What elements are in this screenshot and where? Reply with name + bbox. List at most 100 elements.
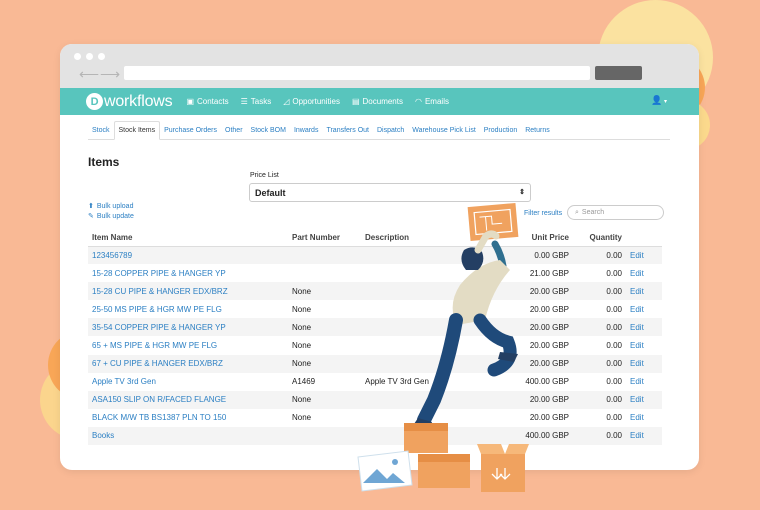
description-cell	[361, 300, 506, 318]
nav-emails[interactable]: ◠ Emails	[415, 97, 449, 106]
description-cell	[361, 282, 506, 301]
tab-bar: Stock Stock Items Purchase Orders Other …	[88, 119, 670, 140]
price-list-value: Default	[255, 188, 286, 198]
item-name-link[interactable]: Apple TV 3rd Gen	[88, 373, 288, 391]
edit-link[interactable]: Edit	[626, 336, 662, 354]
nav-tasks[interactable]: ☰ Tasks	[241, 97, 272, 106]
unit-price-cell: 21.00 GBP	[529, 268, 569, 278]
part-number-cell	[288, 246, 361, 265]
item-name-link[interactable]: BLACK M/W TB BS1387 PLN TO 150	[88, 409, 288, 427]
tab-stock-items[interactable]: Stock Items	[113, 121, 161, 140]
user-menu[interactable]: 👤 ▾	[651, 95, 667, 106]
table-row: 25-50 MS PIPE & HGR MW PE FLG None 20.00 G…	[88, 300, 662, 318]
edit-link[interactable]: Edit	[626, 426, 662, 446]
user-icon: 👤	[651, 95, 663, 105]
col-part-number[interactable]: Part Number	[288, 230, 361, 247]
item-name-link[interactable]: 35-54 COPPER PIPE & HANGER YP	[88, 318, 288, 337]
quantity-cell: 0.00	[606, 341, 622, 351]
tab-other[interactable]: Other	[221, 127, 247, 139]
tab-warehouse-pick-list[interactable]: Warehouse Pick List	[408, 127, 480, 139]
table-row: Books 400.00 GBP 0.00 Edit	[88, 426, 662, 446]
edit-link[interactable]: Edit	[626, 264, 662, 282]
item-name-link[interactable]: 123456789	[88, 246, 288, 265]
table-row: 15-28 CU PIPE & HANGER EDX/BRZ None 20.00 …	[88, 282, 662, 301]
logo-text: workflows	[104, 92, 173, 110]
bulk-upload-link[interactable]: ⬆ Bulk upload	[88, 202, 134, 211]
nav-documents[interactable]: ▤ Documents	[352, 97, 403, 106]
nav-contacts[interactable]: ▣ Contacts	[186, 97, 228, 106]
upload-icon: ⬆	[88, 203, 94, 210]
part-number-cell: None	[288, 318, 361, 337]
table-row: 35-54 COPPER PIPE & HANGER YP None 20.00 G…	[88, 318, 662, 337]
window-dot	[98, 53, 105, 60]
table-row: ASA150 SLIP ON R/FACED FLANGE None 20.00 G…	[88, 390, 662, 409]
col-item-name[interactable]: Item Name	[88, 230, 288, 247]
nav-label: Emails	[424, 97, 449, 106]
bulk-upload-label: Bulk upload	[96, 202, 134, 210]
search-input[interactable]: ⌕ Search	[567, 205, 664, 220]
quantity-cell: 0.00	[606, 377, 622, 387]
address-bar[interactable]	[124, 66, 590, 80]
item-name-link[interactable]: 65 + MS PIPE & HGR MW PE FLG	[88, 336, 288, 354]
description-cell	[361, 426, 506, 446]
unit-price-cell: 20.00 GBP	[506, 354, 573, 373]
nav-opportunities[interactable]: ◿ Opportunities	[283, 97, 340, 106]
browser-chrome: ⟵ ⟶	[60, 44, 699, 88]
browser-button[interactable]	[595, 66, 642, 80]
unit-price-cell: 20.00 GBP	[506, 318, 573, 337]
tab-returns[interactable]: Returns	[521, 127, 554, 139]
unit-price-cell: 20.00 GBP	[529, 341, 569, 351]
item-name-link[interactable]: 25-50 MS PIPE & HGR MW PE FLG	[88, 300, 288, 318]
edit-link[interactable]: Edit	[626, 282, 662, 301]
item-name-link[interactable]: 15-28 CU PIPE & HANGER EDX/BRZ	[88, 282, 288, 301]
table-row: 65 + MS PIPE & HGR MW PE FLG None 20.00 GB…	[88, 336, 662, 354]
tab-stock[interactable]: Stock	[88, 127, 114, 139]
nav-label: Contacts	[197, 97, 229, 106]
tab-stock-bom[interactable]: Stock BOM	[247, 127, 290, 139]
col-unit-price[interactable]: Unit Price	[506, 230, 573, 247]
search-icon: ⌕	[575, 209, 579, 216]
item-name-link[interactable]: 67 + CU PIPE & HANGER EDX/BRZ	[88, 354, 288, 373]
col-actions	[626, 230, 662, 247]
tab-inwards[interactable]: Inwards	[290, 127, 323, 139]
edit-link[interactable]: Edit	[626, 354, 662, 373]
app-logo[interactable]: D workflows	[86, 92, 173, 111]
quantity-cell: 0.00	[573, 282, 626, 301]
item-name-link[interactable]: ASA150 SLIP ON R/FACED FLANGE	[88, 390, 288, 409]
table-row: 15-28 COPPER PIPE & HANGER YP 21.00 GBP 0.…	[88, 264, 662, 282]
item-name-link[interactable]: Books	[88, 426, 288, 446]
tab-production[interactable]: Production	[480, 127, 521, 139]
table-row: 123456789 0.00 GBP 0.00 Edit	[88, 246, 662, 265]
back-arrow-icon[interactable]: ⟵	[79, 66, 99, 83]
edit-link[interactable]: Edit	[626, 246, 662, 265]
description-cell	[361, 246, 506, 265]
unit-price-cell: 20.00 GBP	[506, 282, 573, 301]
edit-link[interactable]: Edit	[626, 318, 662, 337]
tab-dispatch[interactable]: Dispatch	[373, 127, 408, 139]
edit-link[interactable]: Edit	[626, 300, 662, 318]
part-number-cell: None	[288, 282, 361, 301]
document-icon: ▤	[351, 97, 360, 106]
forward-arrow-icon[interactable]: ⟶	[100, 66, 120, 83]
price-list-label: Price List	[250, 172, 279, 179]
description-cell	[361, 318, 506, 337]
tasks-list-icon: ☰	[240, 97, 248, 106]
edit-link[interactable]: Edit	[626, 409, 662, 427]
tab-transfers-out[interactable]: Transfers Out	[322, 127, 373, 139]
price-list-select[interactable]: Default ⇕	[249, 183, 531, 202]
col-description[interactable]: Description	[361, 230, 506, 247]
quantity-cell: 0.00	[573, 426, 626, 446]
app-navbar: D workflows ▣ Contacts ☰ Tasks ◿ Opportunit…	[60, 88, 699, 115]
edit-link[interactable]: Edit	[626, 373, 662, 391]
item-name-link[interactable]: 15-28 COPPER PIPE & HANGER YP	[88, 264, 288, 282]
col-quantity[interactable]: Quantity	[573, 230, 626, 247]
description-cell	[361, 354, 506, 373]
logo-mark: D	[86, 93, 103, 110]
unit-price-cell: 400.00 GBP	[506, 426, 573, 446]
tab-purchase-orders[interactable]: Purchase Orders	[160, 127, 221, 139]
bulk-update-link[interactable]: ✎ Bulk update	[88, 212, 134, 221]
part-number-cell	[288, 264, 361, 282]
headset-icon: ◠	[414, 97, 422, 106]
edit-link[interactable]: Edit	[626, 390, 662, 409]
filter-results-link[interactable]: Filter results	[524, 210, 562, 217]
